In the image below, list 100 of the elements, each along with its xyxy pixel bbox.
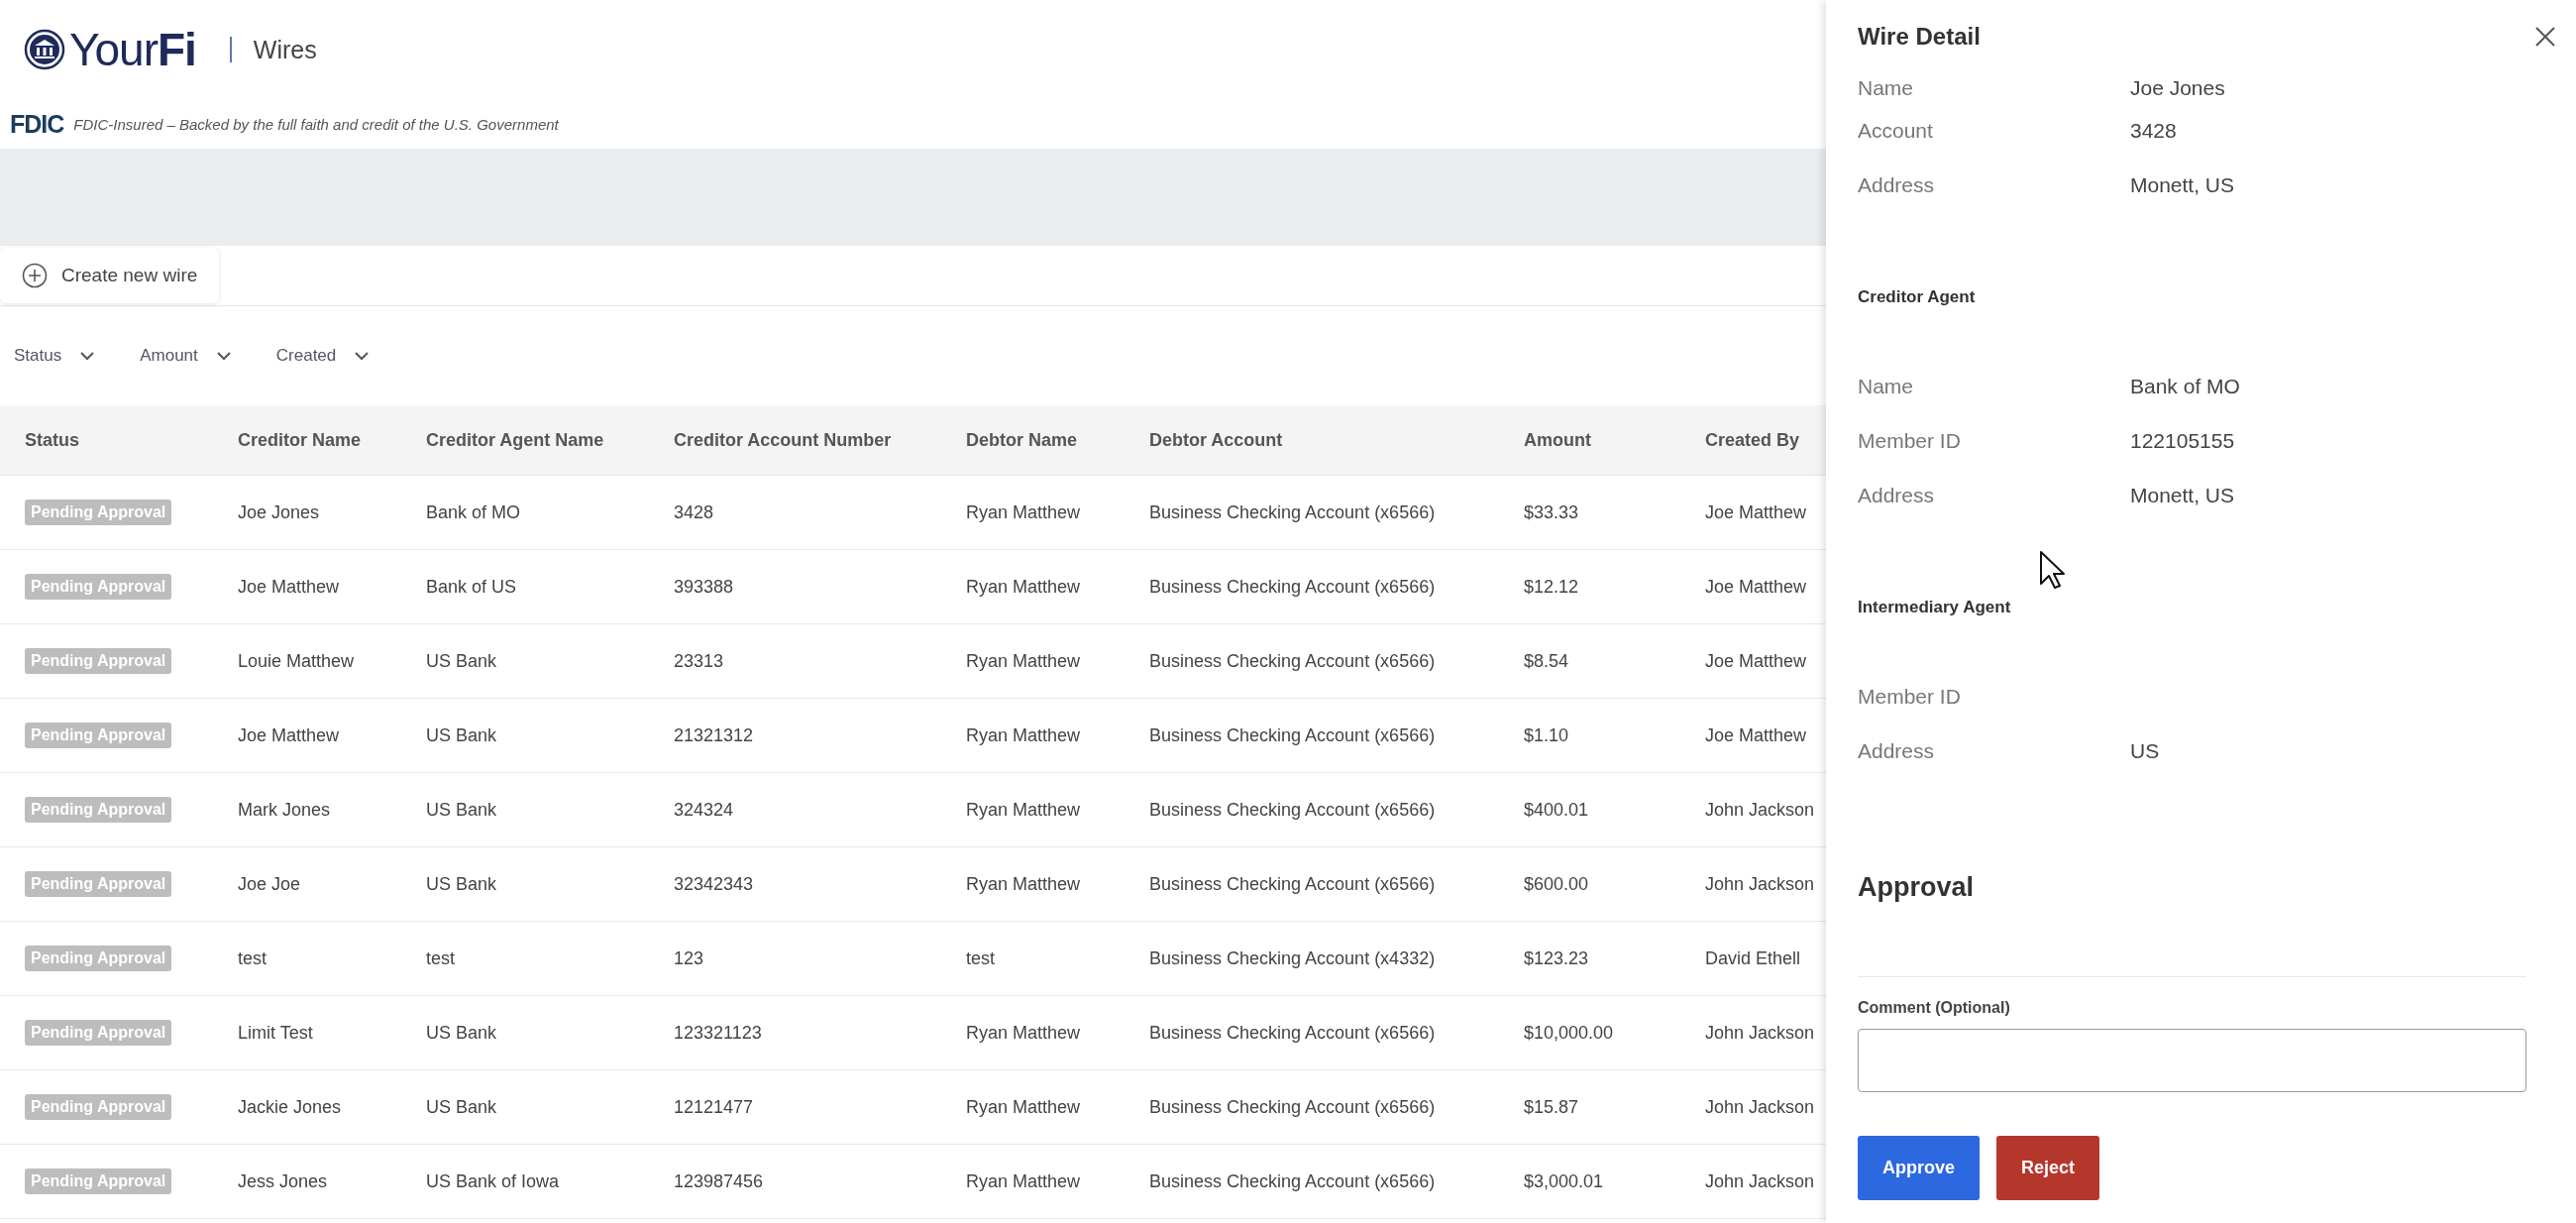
- plus-circle-icon: [22, 263, 48, 288]
- field-value: 3428: [2130, 118, 2178, 143]
- table-cell: 123987456: [649, 1145, 941, 1219]
- table-cell: US Bank: [401, 699, 649, 773]
- field-label: Member ID: [1858, 684, 1962, 709]
- field-value: US: [2130, 738, 2161, 763]
- field-value: 122105155: [2130, 428, 2236, 453]
- table-cell: Bank of US: [401, 550, 649, 624]
- table-cell: Joe Matthew: [213, 699, 401, 773]
- table-cell: Business Checking Account (x6566): [1125, 550, 1499, 624]
- column-header: Debtor Account: [1125, 405, 1499, 476]
- status-badge: Pending Approval: [25, 797, 172, 823]
- table-cell: 123321123: [649, 996, 941, 1070]
- status-badge: Pending Approval: [25, 945, 172, 971]
- create-wire-button[interactable]: Create new wire: [0, 248, 220, 303]
- status-badge: Pending Approval: [25, 1020, 172, 1046]
- table-cell: $15.87: [1499, 1070, 1680, 1145]
- status-badge: Pending Approval: [25, 648, 172, 674]
- table-cell: 12121477: [649, 1070, 941, 1145]
- field-label: Address: [1858, 483, 1936, 507]
- filter-dropdown[interactable]: Status: [14, 346, 96, 366]
- table-cell: US Bank: [401, 996, 649, 1070]
- chevron-down-icon: [215, 351, 232, 361]
- table-cell: 23313: [649, 624, 941, 699]
- field-value: Bank of MO: [2130, 374, 2241, 398]
- field-label: Member ID: [1858, 428, 1962, 453]
- table-cell: Business Checking Account (x4332): [1125, 922, 1499, 996]
- approval-heading: Approval: [1858, 870, 1975, 904]
- chevron-down-icon: [354, 351, 371, 361]
- table-cell: $3,000.01: [1499, 1145, 1680, 1219]
- table-cell: Ryan Matthew: [941, 550, 1125, 624]
- close-icon[interactable]: [2534, 26, 2556, 48]
- table-cell: Ryan Matthew: [941, 847, 1125, 922]
- table-cell: 123: [649, 922, 941, 996]
- table-cell: Ryan Matthew: [941, 996, 1125, 1070]
- filter-dropdown[interactable]: Created: [275, 346, 371, 366]
- status-badge: Pending Approval: [25, 871, 172, 897]
- table-cell: $400.01: [1499, 773, 1680, 847]
- table-cell: Joe Jones: [213, 476, 401, 550]
- field-label: Address: [1858, 738, 1936, 763]
- table-cell: Business Checking Account (x6566): [1125, 624, 1499, 699]
- chevron-down-icon: [79, 351, 96, 361]
- table-cell: Joe Matthew: [213, 550, 401, 624]
- column-header: Debtor Name: [941, 405, 1125, 476]
- column-header: Created By: [1680, 405, 1826, 476]
- table-cell: $123.23: [1499, 922, 1680, 996]
- comment-label: Comment (Optional): [1858, 999, 2011, 1017]
- field-value: Monett, US: [2130, 483, 2236, 507]
- section-heading: Creditor Agent: [1858, 286, 1976, 308]
- table-cell: Limit Test: [213, 996, 401, 1070]
- table-cell: Business Checking Account (x6566): [1125, 847, 1499, 922]
- field-value: Monett, US: [2130, 172, 2236, 197]
- table-cell: $600.00: [1499, 847, 1680, 922]
- table-cell: Bank of MO: [401, 476, 649, 550]
- table-cell: Joe Joe: [213, 847, 401, 922]
- column-header: Creditor Name: [213, 405, 401, 476]
- field-label: Account: [1858, 118, 1934, 143]
- status-badge: Pending Approval: [25, 574, 172, 600]
- table-cell: $1.10: [1499, 699, 1680, 773]
- column-header: Creditor Agent Name: [401, 405, 649, 476]
- table-cell: $8.54: [1499, 624, 1680, 699]
- table-cell: US Bank of Iowa: [401, 1145, 649, 1219]
- column-header: Creditor Account Number: [649, 405, 941, 476]
- table-cell: Business Checking Account (x6566): [1125, 773, 1499, 847]
- table-cell: 21321312: [649, 699, 941, 773]
- bank-logo-icon: [24, 29, 65, 70]
- status-badge: Pending Approval: [25, 500, 172, 525]
- table-cell: $33.33: [1499, 476, 1680, 550]
- table-cell: 324324: [649, 773, 941, 847]
- comment-field[interactable]: [1858, 1029, 2526, 1092]
- field-value: Joe Jones: [2130, 76, 2226, 100]
- brand-logo: YourFi: [69, 23, 196, 76]
- table-cell: test: [941, 922, 1125, 996]
- table-cell: test: [401, 922, 649, 996]
- reject-button[interactable]: Reject: [1996, 1136, 2100, 1200]
- field-label: Name: [1858, 374, 1915, 398]
- approve-button[interactable]: Approve: [1858, 1136, 1980, 1200]
- table-cell: Business Checking Account (x6566): [1125, 1145, 1499, 1219]
- table-cell: Business Checking Account (x6566): [1125, 996, 1499, 1070]
- status-badge: Pending Approval: [25, 723, 172, 748]
- table-cell: $12.12: [1499, 550, 1680, 624]
- filter-dropdown[interactable]: Amount: [140, 346, 232, 366]
- panel-title: Wire Detail: [1858, 23, 1981, 51]
- status-badge: Pending Approval: [25, 1168, 172, 1194]
- table-cell: Jess Jones: [213, 1145, 401, 1219]
- column-header: Amount: [1499, 405, 1680, 476]
- table-cell: Ryan Matthew: [941, 624, 1125, 699]
- mouse-cursor-icon: [2039, 550, 2065, 590]
- table-cell: Ryan Matthew: [941, 773, 1125, 847]
- table-cell: US Bank: [401, 773, 649, 847]
- table-cell: Ryan Matthew: [941, 1145, 1125, 1219]
- table-cell: $10,000.00: [1499, 996, 1680, 1070]
- table-cell: Jackie Jones: [213, 1070, 401, 1145]
- table-cell: 3428: [649, 476, 941, 550]
- table-cell: Business Checking Account (x6566): [1125, 699, 1499, 773]
- status-badge: Pending Approval: [25, 1094, 172, 1120]
- table-cell: Ryan Matthew: [941, 699, 1125, 773]
- table-cell: Business Checking Account (x6566): [1125, 1070, 1499, 1145]
- table-cell: US Bank: [401, 847, 649, 922]
- table-cell: Ryan Matthew: [941, 1070, 1125, 1145]
